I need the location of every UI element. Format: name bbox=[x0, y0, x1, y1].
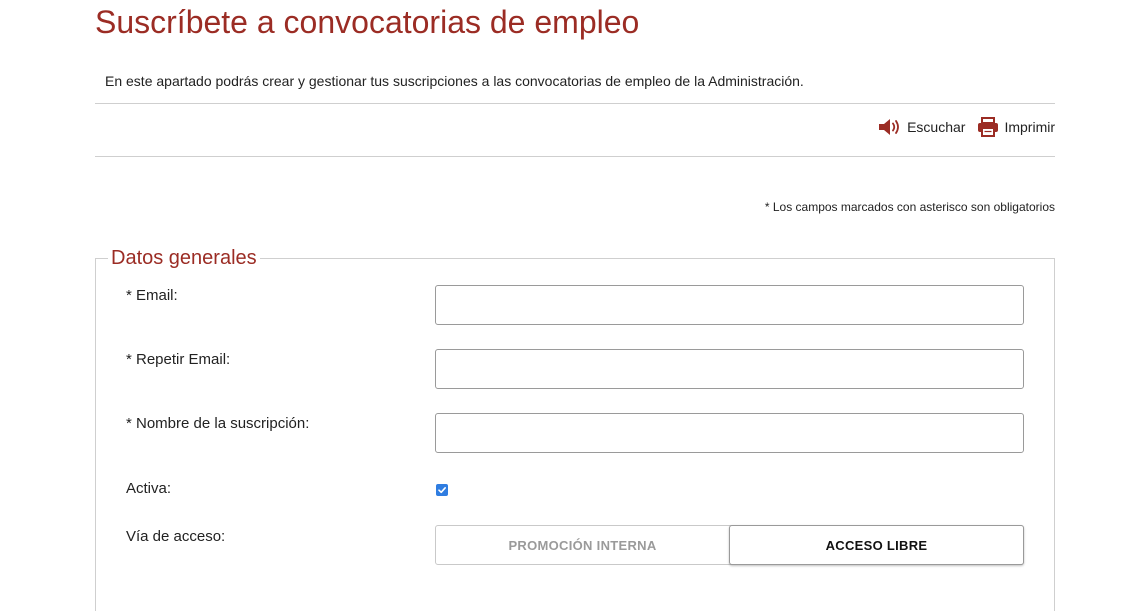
repeat-email-field[interactable] bbox=[435, 349, 1024, 389]
active-label: Activa: bbox=[126, 480, 172, 497]
access-option-free[interactable]: ACCESO LIBRE bbox=[729, 525, 1024, 565]
access-selector: PROMOCIÓN INTERNA ACCESO LIBRE bbox=[435, 525, 1024, 565]
active-checkbox[interactable] bbox=[436, 484, 448, 496]
subscription-name-field[interactable] bbox=[435, 413, 1024, 453]
printer-icon bbox=[977, 117, 999, 137]
speaker-icon bbox=[878, 118, 902, 136]
divider-bottom bbox=[95, 156, 1055, 157]
page: Suscríbete a convocatorias de empleo En … bbox=[0, 0, 1128, 611]
fieldset-legend: Datos generales bbox=[108, 245, 260, 271]
email-label: * Email: bbox=[126, 287, 178, 304]
page-title: Suscríbete a convocatorias de empleo bbox=[95, 4, 640, 40]
print-button[interactable]: Imprimir bbox=[977, 117, 1055, 137]
page-tools: Escuchar Imprimir bbox=[878, 117, 1055, 137]
access-label: Vía de acceso: bbox=[126, 528, 226, 545]
repeat-email-label: * Repetir Email: bbox=[126, 351, 231, 368]
listen-label: Escuchar bbox=[907, 119, 966, 135]
check-icon bbox=[437, 485, 447, 495]
email-field[interactable] bbox=[435, 285, 1024, 325]
print-label: Imprimir bbox=[1004, 119, 1055, 135]
access-option-internal[interactable]: PROMOCIÓN INTERNA bbox=[436, 526, 729, 564]
subscription-name-label: * Nombre de la suscripción: bbox=[126, 415, 310, 432]
divider-top bbox=[95, 103, 1055, 104]
listen-button[interactable]: Escuchar bbox=[878, 118, 965, 136]
required-fields-note: * Los campos marcados con asterisco son … bbox=[764, 200, 1055, 214]
intro-text: En este apartado podrás crear y gestiona… bbox=[105, 73, 804, 89]
